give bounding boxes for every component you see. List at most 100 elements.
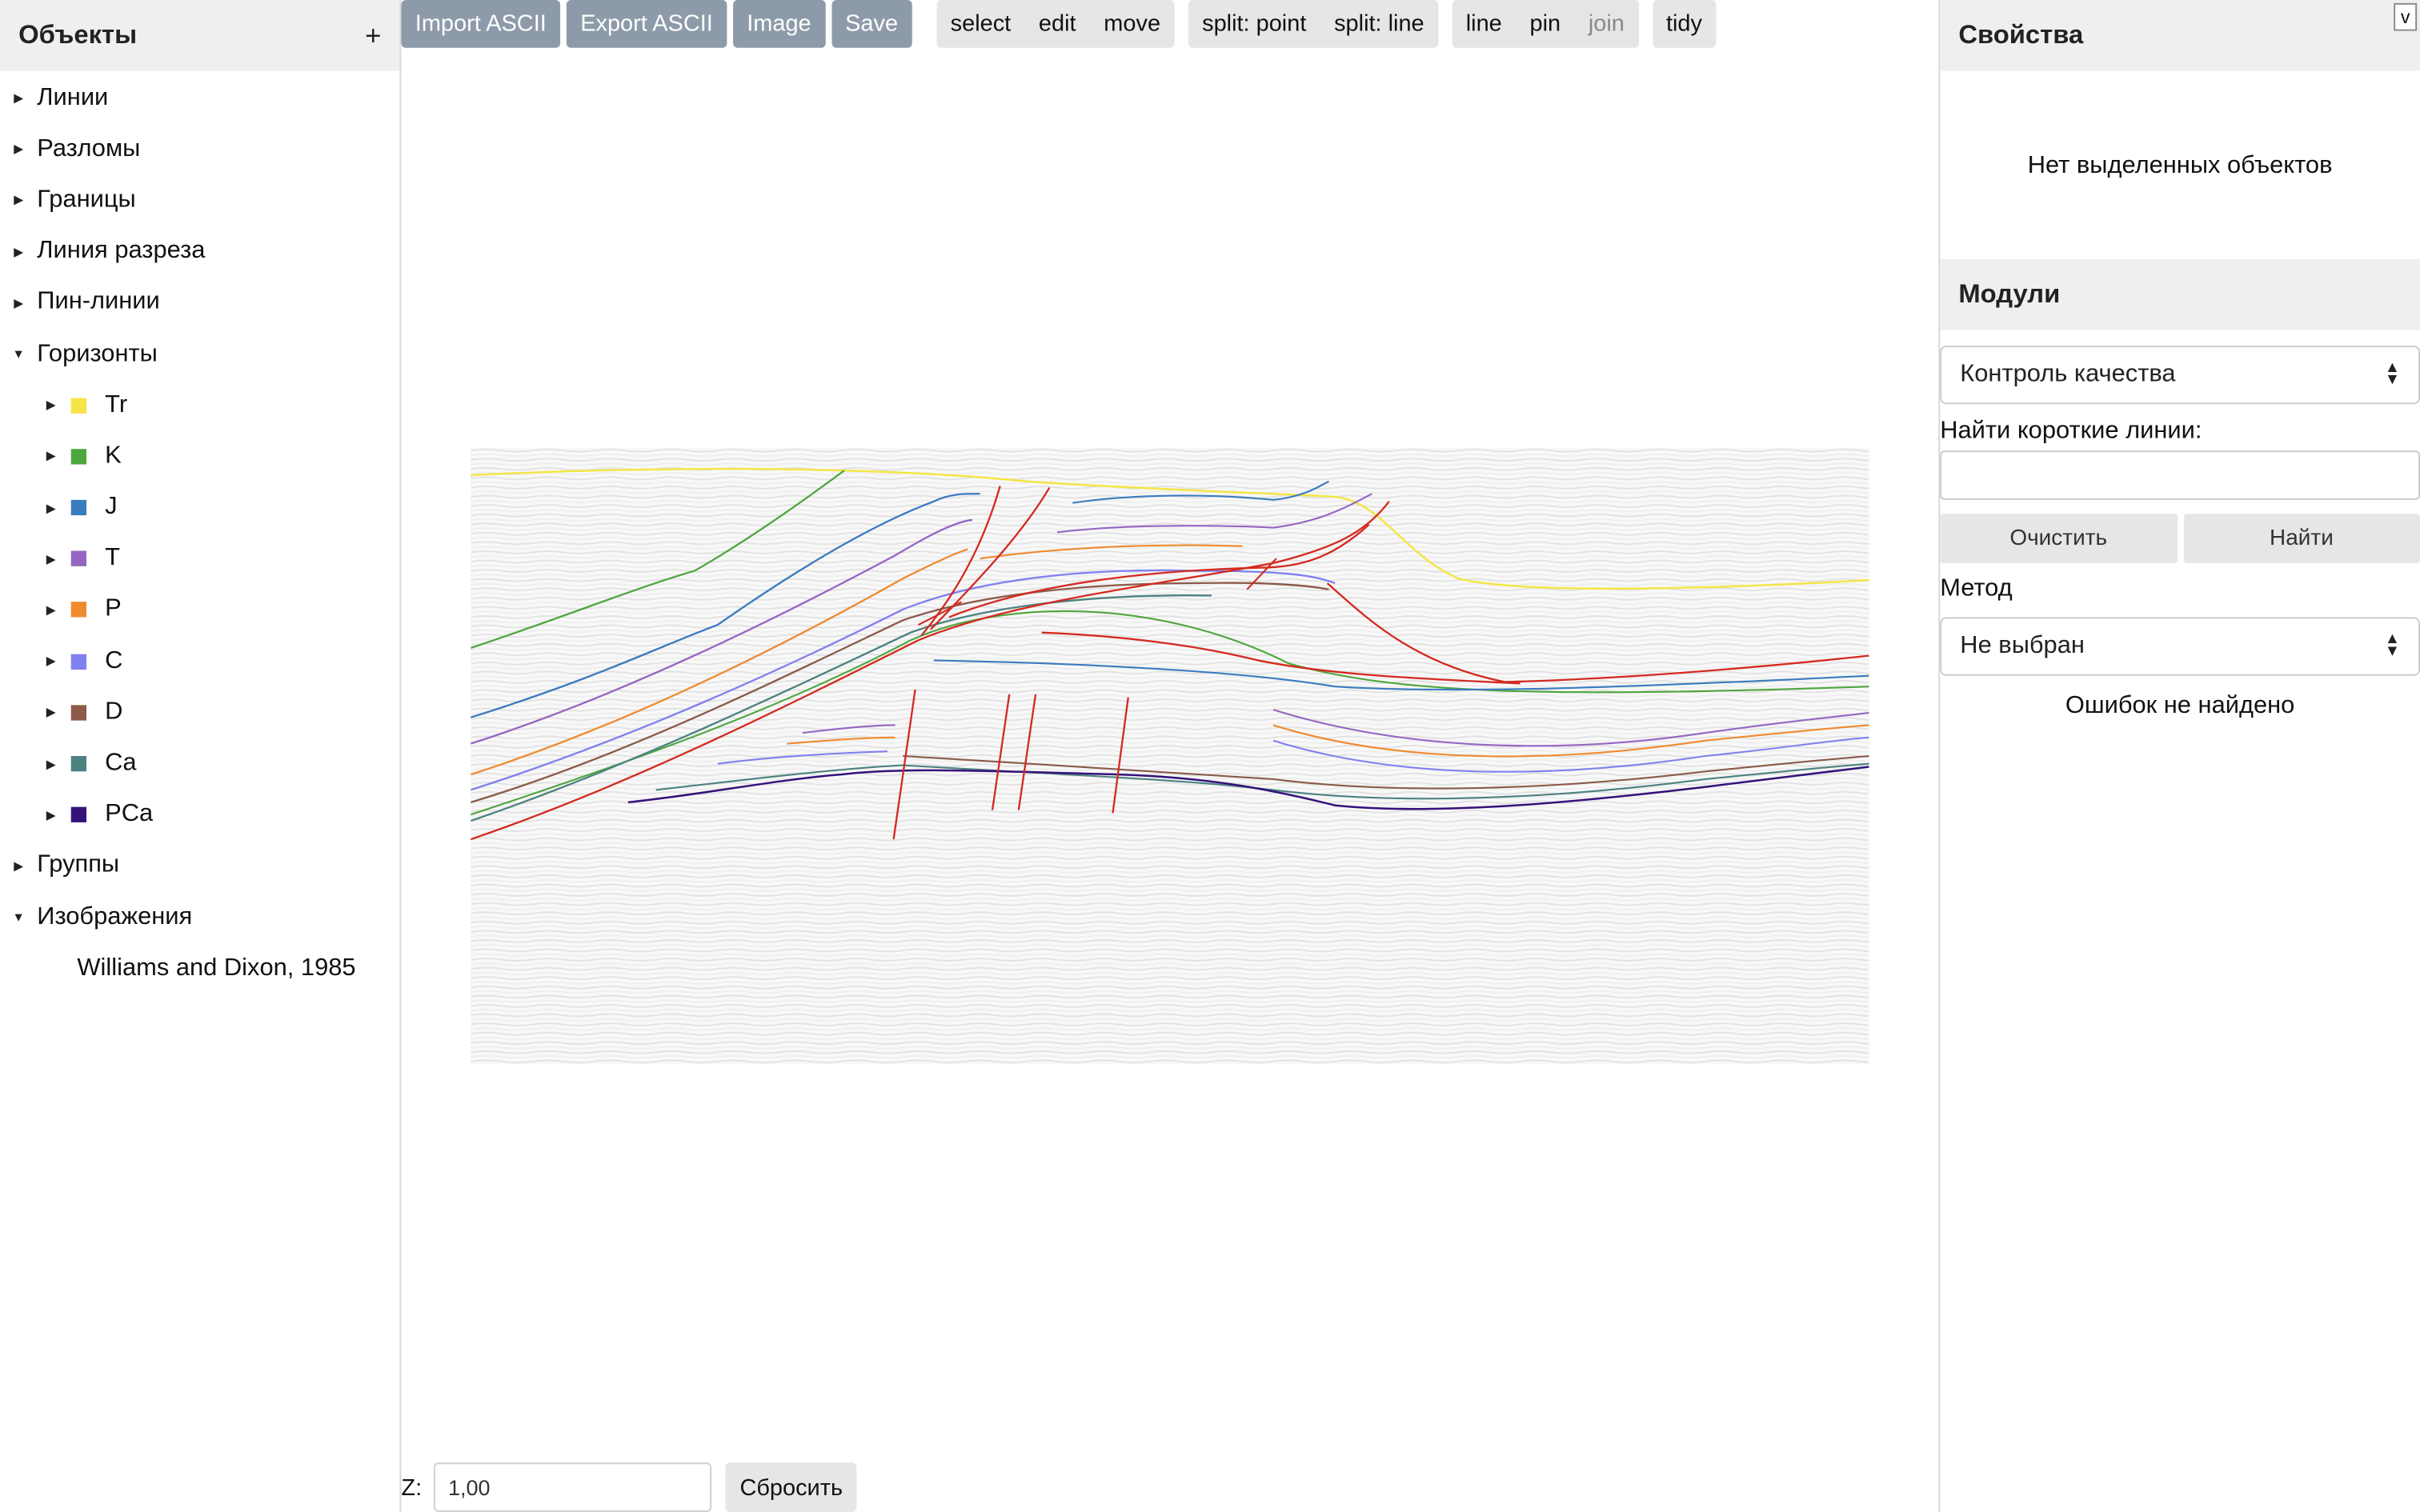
module-select-value: Контроль качества [1960, 361, 2176, 388]
horizon-item-ca[interactable]: ▶ Ca [0, 738, 399, 790]
color-swatch [70, 654, 86, 670]
tree-item-groups[interactable]: ▶ Группы [0, 841, 399, 892]
properties-panel: v Свойства Нет выделенных объектов Модул… [1938, 0, 2420, 1512]
tree-item-label: Линии [37, 84, 109, 111]
objects-panel-header: Объекты + [0, 0, 400, 71]
caret-right-icon[interactable]: ▶ [34, 808, 67, 822]
line-tool-button[interactable]: line [1452, 0, 1516, 48]
find-short-lines-label: Найти короткие линии: [1940, 418, 2202, 445]
zoom-input[interactable] [434, 1462, 712, 1512]
tree-item-label: Пин-линии [37, 289, 160, 316]
split-line-button[interactable]: split: line [1320, 0, 1438, 48]
horizon-label: K [105, 442, 122, 470]
horizon-item-t[interactable]: ▶ T [0, 534, 399, 585]
horizon-item-j[interactable]: ▶ J [0, 482, 399, 534]
export-ascii-button[interactable]: Export ASCII [566, 0, 727, 48]
caret-right-icon[interactable]: ▶ [34, 552, 67, 566]
objects-panel-title: Объекты [18, 20, 138, 50]
method-select-value: Не выбран [1960, 632, 2085, 659]
caret-right-icon[interactable]: ▶ [34, 706, 67, 719]
find-button[interactable]: Найти [2182, 514, 2420, 563]
mode-group: select edit move [936, 0, 1175, 48]
tree-item-faults[interactable]: ▶ Разломы [0, 124, 399, 175]
import-ascii-button[interactable]: Import ASCII [401, 0, 561, 48]
object-tree: ▶ Линии ▶ Разломы ▶ Границы ▶ Линия разр… [0, 73, 399, 994]
draw-group: line pin join [1452, 0, 1639, 48]
modules-title: Модули [1958, 279, 2061, 309]
tree-item-label: Изображения [37, 903, 193, 930]
caret-right-icon[interactable]: ▶ [34, 654, 67, 668]
toolbar: Import ASCII Export ASCII Image Save sel… [401, 0, 1729, 51]
horizon-label: C [105, 647, 123, 674]
save-button[interactable]: Save [831, 0, 912, 48]
caret-right-icon[interactable]: ▶ [34, 603, 67, 617]
horizon-item-pca[interactable]: ▶ PCa [0, 790, 399, 841]
horizon-label: P [105, 596, 122, 623]
tree-item-label: Разломы [37, 135, 141, 162]
no-selection-text: Нет выделенных объектов [2027, 152, 2333, 179]
split-point-button[interactable]: split: point [1188, 0, 1320, 48]
color-swatch [70, 500, 86, 516]
caret-down-icon[interactable]: ▼ [0, 910, 37, 924]
caret-right-icon[interactable]: ▶ [0, 245, 37, 258]
pin-tool-button[interactable]: pin [1516, 0, 1574, 48]
collapse-panel-button[interactable]: v [2394, 2, 2418, 31]
select-arrows-icon: ▲ ▼ [2384, 630, 2400, 661]
color-swatch [70, 756, 86, 772]
caret-right-icon[interactable]: ▶ [34, 450, 67, 463]
color-swatch [70, 705, 86, 721]
split-group: split: point split: line [1188, 0, 1439, 48]
caret-right-icon[interactable]: ▶ [0, 91, 37, 105]
color-swatch [70, 807, 86, 823]
horizon-item-k[interactable]: ▶ K [0, 431, 399, 482]
tree-item-images[interactable]: ▼ Изображения [0, 892, 399, 943]
color-swatch [70, 551, 86, 567]
zoom-label: Z: [401, 1474, 423, 1501]
tree-item-horizons[interactable]: ▼ Горизонты [0, 329, 399, 380]
seismic-section[interactable] [471, 447, 1869, 1065]
color-swatch [70, 602, 86, 618]
horizon-label: J [105, 494, 118, 521]
horizon-item-p[interactable]: ▶ P [0, 585, 399, 636]
tree-item-label: Группы [37, 852, 120, 879]
horizon-label: Tr [105, 391, 128, 418]
objects-panel: Объекты + ▶ Линии ▶ Разломы ▶ Границы ▶ … [0, 0, 402, 1512]
horizon-item-c[interactable]: ▶ C [0, 636, 399, 687]
image-button[interactable]: Image [732, 0, 826, 48]
caret-right-icon[interactable]: ▶ [0, 859, 37, 873]
add-object-button[interactable]: + [365, 19, 381, 51]
move-mode-button[interactable]: move [1090, 0, 1174, 48]
caret-right-icon[interactable]: ▶ [0, 142, 37, 156]
short-lines-input[interactable] [1940, 450, 2420, 500]
reset-zoom-button[interactable]: Сбросить [726, 1462, 857, 1512]
method-select[interactable]: Не выбран ▲ ▼ [1940, 617, 2420, 676]
caret-right-icon[interactable]: ▶ [34, 501, 67, 514]
horizon-label: T [105, 545, 121, 572]
color-swatch [70, 398, 86, 414]
module-select[interactable]: Контроль качества ▲ ▼ [1940, 345, 2420, 405]
caret-right-icon[interactable]: ▶ [34, 757, 67, 770]
image-label: Williams and Dixon, 1985 [77, 954, 356, 982]
tree-item-pin-lines[interactable]: ▶ Пин-линии [0, 278, 399, 329]
horizon-item-tr[interactable]: ▶ Tr [0, 380, 399, 431]
tree-item-label: Линия разреза [37, 238, 206, 265]
caret-down-icon[interactable]: ▼ [0, 347, 37, 361]
clear-button[interactable]: Очистить [1940, 514, 2178, 563]
caret-right-icon[interactable]: ▶ [0, 296, 37, 310]
select-arrows-icon: ▲ ▼ [2384, 359, 2400, 389]
tree-item-section-line[interactable]: ▶ Линия разреза [0, 226, 399, 278]
horizon-item-d[interactable]: ▶ D [0, 687, 399, 738]
join-tool-button[interactable]: join [1574, 0, 1638, 48]
caret-right-icon[interactable]: ▶ [0, 194, 37, 207]
image-item[interactable]: Williams and Dixon, 1985 [0, 943, 399, 994]
caret-right-icon[interactable]: ▶ [34, 398, 67, 412]
select-mode-button[interactable]: select [936, 0, 1024, 48]
color-swatch [70, 449, 86, 465]
tidy-button[interactable]: tidy [1653, 0, 1717, 48]
tree-item-lines[interactable]: ▶ Линии [0, 73, 399, 124]
edit-mode-button[interactable]: edit [1025, 0, 1090, 48]
canvas-area[interactable]: Import ASCII Export ASCII Image Save sel… [401, 0, 1938, 1512]
tree-item-label: Границы [37, 186, 136, 214]
tree-item-boundaries[interactable]: ▶ Границы [0, 175, 399, 226]
result-text: Ошибок не найдено [2065, 692, 2295, 719]
